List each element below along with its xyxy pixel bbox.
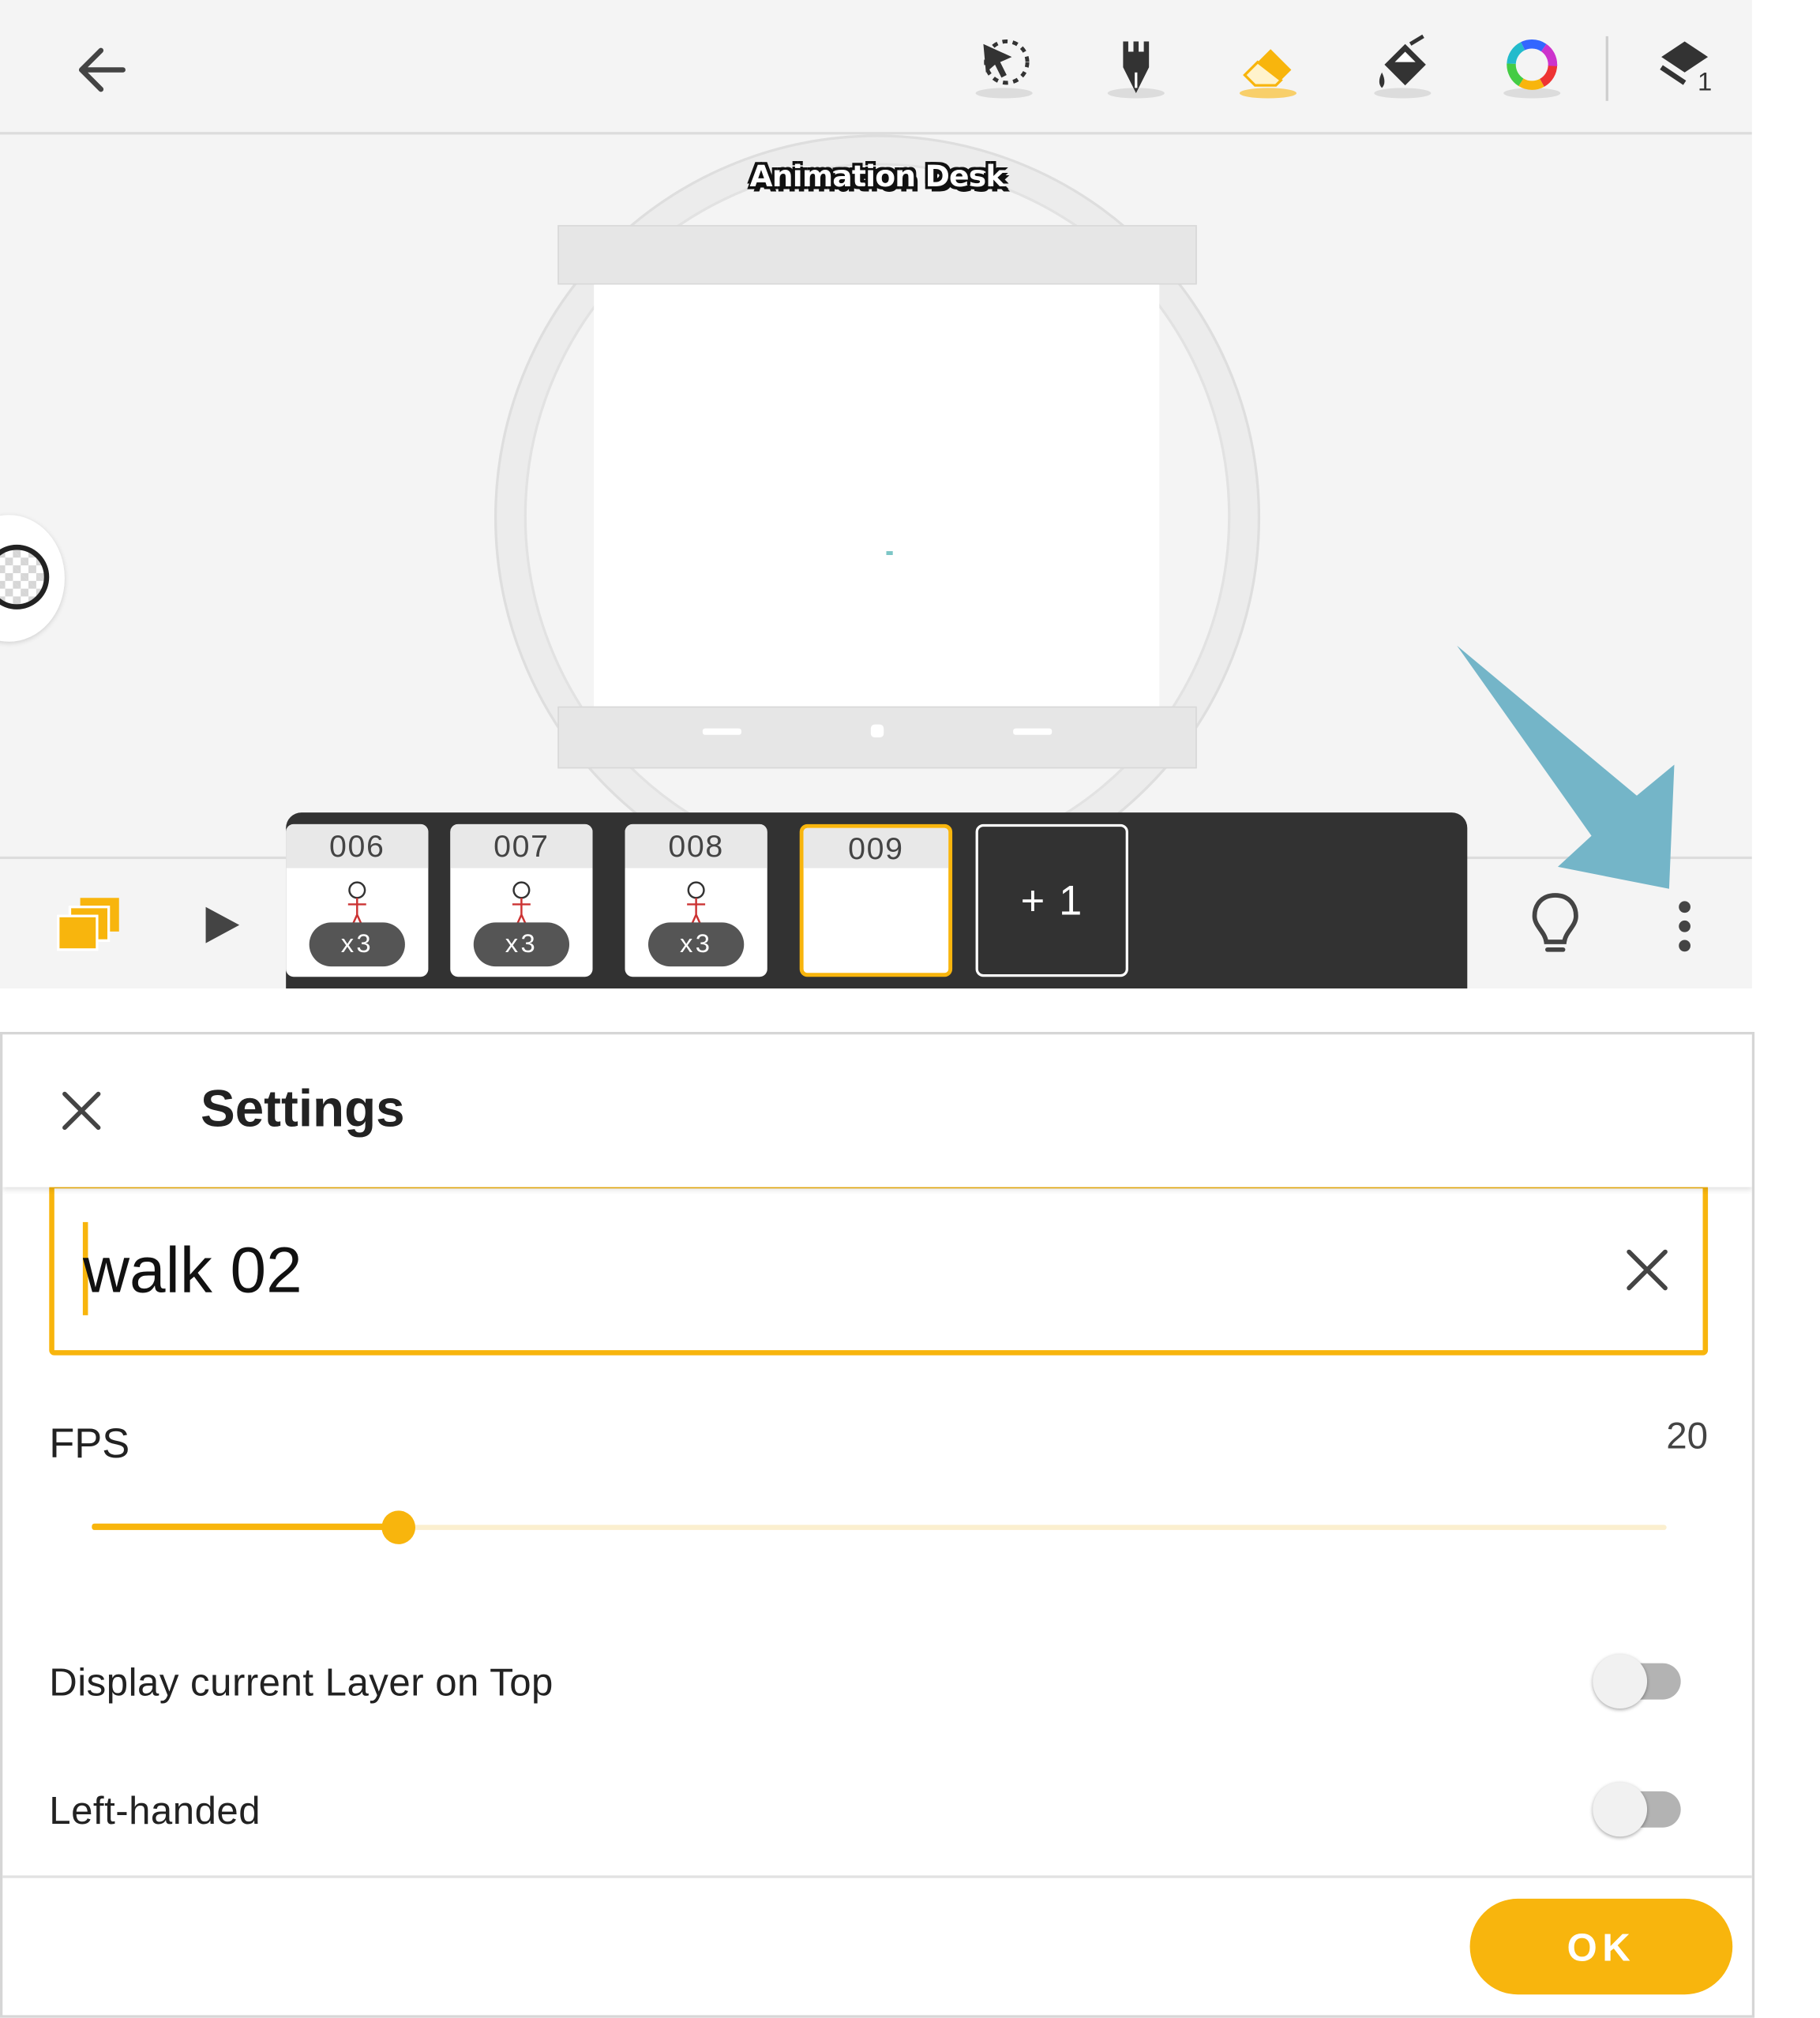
lasso-select-icon[interactable] bbox=[970, 34, 1038, 101]
slider-fill bbox=[92, 1523, 400, 1530]
close-icon[interactable] bbox=[54, 1084, 109, 1138]
animation-name-field[interactable] bbox=[49, 1183, 1709, 1356]
fps-slider[interactable] bbox=[92, 1508, 1667, 1547]
frame-number: 008 bbox=[625, 823, 767, 868]
peg-bar-right bbox=[1013, 728, 1053, 735]
color-wheel-icon[interactable] bbox=[1499, 34, 1566, 101]
paper-clip-bottom bbox=[557, 706, 1197, 769]
fps-value: 20 bbox=[1666, 1416, 1709, 1458]
toggle-knob bbox=[1593, 1782, 1648, 1837]
animation-editor: 1 Animation Desk 006 x3 007 x3 008 x3 00… bbox=[0, 0, 1752, 988]
fps-label: FPS bbox=[49, 1420, 130, 1467]
eraser-icon[interactable] bbox=[1232, 34, 1304, 101]
display-layer-on-top-label: Display current Layer on Top bbox=[49, 1662, 554, 1705]
frame-thumbnail[interactable]: 007 x3 bbox=[450, 823, 593, 977]
frame-repeat-badge: x3 bbox=[309, 922, 405, 967]
canvas-stroke bbox=[886, 551, 893, 556]
frame-thumbnail-selected[interactable]: 009 bbox=[799, 823, 953, 977]
layers-icon[interactable]: 1 bbox=[1653, 34, 1721, 101]
animation-name-input[interactable] bbox=[82, 1219, 1584, 1321]
brand-logo: Animation Desk bbox=[749, 160, 1005, 194]
back-arrow-icon[interactable] bbox=[67, 36, 134, 103]
left-handed-label: Left-handed bbox=[49, 1790, 261, 1833]
peg-bar-left bbox=[702, 728, 741, 735]
top-toolbar: 1 bbox=[0, 0, 1752, 135]
footer-divider bbox=[2, 1875, 1752, 1878]
toolbar-divider bbox=[1605, 36, 1608, 101]
settings-dialog: Settings FPS 20 Display current Layer on… bbox=[0, 1032, 1755, 2018]
add-frame-button[interactable]: + 1 bbox=[975, 823, 1128, 977]
display-layer-on-top-toggle[interactable] bbox=[1593, 1654, 1681, 1709]
more-options-icon[interactable] bbox=[1657, 895, 1713, 958]
slider-thumb[interactable] bbox=[381, 1510, 416, 1544]
left-handed-toggle[interactable] bbox=[1593, 1782, 1681, 1837]
frame-repeat-badge: x3 bbox=[473, 922, 570, 967]
peg-hole bbox=[870, 724, 884, 738]
paper-clip-top bbox=[557, 225, 1197, 285]
dialog-header: Settings bbox=[2, 1034, 1752, 1187]
play-icon[interactable] bbox=[194, 898, 249, 952]
paint-bucket-icon[interactable] bbox=[1366, 34, 1439, 101]
frame-repeat-badge: x3 bbox=[647, 922, 745, 967]
pencil-icon[interactable] bbox=[1102, 34, 1169, 101]
dialog-title: Settings bbox=[200, 1081, 405, 1138]
frame-thumbnail[interactable]: 008 x3 bbox=[625, 823, 767, 977]
drawing-canvas[interactable] bbox=[594, 284, 1160, 707]
frame-number: 007 bbox=[450, 823, 593, 868]
clear-text-icon[interactable] bbox=[1623, 1245, 1672, 1294]
ok-button[interactable]: OK bbox=[1469, 1898, 1733, 1995]
frames-stack-icon[interactable] bbox=[54, 893, 127, 958]
frame-timeline: 006 x3 007 x3 008 x3 009 + 1 bbox=[286, 812, 1468, 988]
frame-number: 006 bbox=[286, 823, 429, 868]
layers-count: 1 bbox=[1698, 67, 1712, 96]
toggle-knob bbox=[1593, 1654, 1648, 1709]
pointer-arrow-annotation bbox=[1457, 645, 1675, 889]
frame-thumbnail[interactable]: 006 x3 bbox=[286, 823, 429, 977]
frame-number: 009 bbox=[803, 827, 949, 868]
transparency-icon bbox=[0, 544, 50, 610]
